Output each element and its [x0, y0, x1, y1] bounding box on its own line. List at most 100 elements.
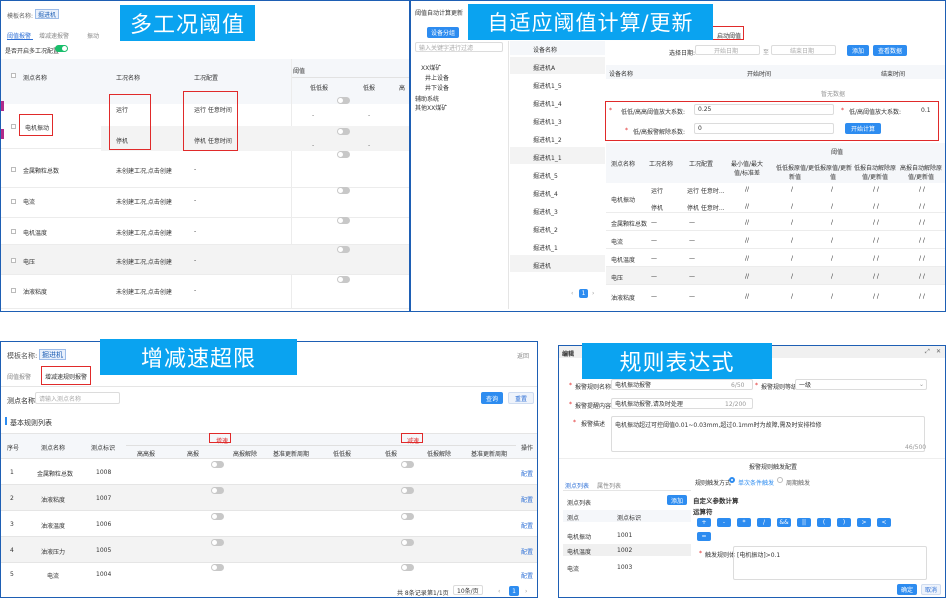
- list-tab-attrs[interactable]: 属性列表: [597, 481, 621, 490]
- threshold-toggle[interactable]: [337, 276, 350, 283]
- radio-single[interactable]: [729, 477, 735, 483]
- device-item[interactable]: 掘进机_5: [533, 171, 558, 180]
- start-date-input[interactable]: 开始日期: [695, 45, 760, 55]
- model-label: 模板名称:: [7, 13, 34, 20]
- highlight-up: [209, 433, 231, 443]
- reset-button[interactable]: 重置: [508, 392, 534, 404]
- cancel-button[interactable]: 取消: [921, 584, 941, 595]
- device-item[interactable]: 掘进机1_2: [533, 135, 562, 144]
- tab-speed[interactable]: 增减速报警: [39, 31, 69, 40]
- threshold-toggle[interactable]: [337, 246, 350, 253]
- col-end-time: 结束时间: [881, 71, 906, 78]
- op-divide[interactable]: /: [757, 518, 771, 527]
- up-toggle[interactable]: [211, 513, 224, 520]
- pager-current[interactable]: 1: [509, 586, 519, 596]
- down-toggle[interactable]: [401, 461, 414, 468]
- down-toggle[interactable]: [401, 564, 414, 571]
- op-rparen[interactable]: ): [837, 518, 851, 527]
- pager-next[interactable]: ›: [592, 290, 594, 297]
- row-checkbox[interactable]: [11, 167, 16, 172]
- query-button[interactable]: 查询: [481, 392, 503, 404]
- create-condition-link[interactable]: 未创建工况,点击创建: [116, 166, 172, 175]
- device-item[interactable]: 掘进机1_3: [533, 117, 562, 126]
- threshold-toggle[interactable]: [337, 97, 350, 104]
- op-lparen[interactable]: (: [817, 518, 831, 527]
- up-toggle[interactable]: [211, 539, 224, 546]
- create-condition-link[interactable]: 未创建工况,点击创建: [116, 287, 172, 296]
- threshold-toggle[interactable]: [337, 151, 350, 158]
- config-link[interactable]: 配置: [521, 571, 533, 580]
- op-eq[interactable]: =: [697, 532, 711, 541]
- list-item[interactable]: 电流: [567, 564, 579, 573]
- device-item[interactable]: 掘进机_2: [533, 225, 558, 234]
- level-select[interactable]: 一级: [795, 379, 927, 390]
- threshold-toggle[interactable]: [337, 128, 350, 135]
- tree-node[interactable]: 井下设备: [425, 83, 449, 92]
- op-multiply[interactable]: *: [737, 518, 751, 527]
- view-data-button[interactable]: 查看数据: [873, 45, 907, 56]
- device-item[interactable]: 掘进机1_5: [533, 81, 562, 90]
- row-checkbox[interactable]: [11, 229, 16, 234]
- op-plus[interactable]: +: [697, 518, 711, 527]
- tab-vibration[interactable]: 振动: [87, 31, 99, 40]
- col-point-name: 测点名称: [23, 75, 48, 82]
- confirm-button[interactable]: 确定: [897, 584, 917, 595]
- op-lt[interactable]: <: [877, 518, 891, 527]
- tree-node[interactable]: 辅助系统: [415, 94, 439, 103]
- up-toggle[interactable]: [211, 564, 224, 571]
- list-item[interactable]: 电机振动: [567, 532, 591, 541]
- tree-node[interactable]: XX煤矿: [421, 63, 441, 72]
- create-condition-link[interactable]: 未创建工况,点击创建: [116, 257, 172, 266]
- op-gt[interactable]: >: [857, 518, 871, 527]
- threshold-toggle[interactable]: [337, 217, 350, 224]
- device-item[interactable]: 掘进机: [533, 261, 551, 270]
- config-link[interactable]: 配置: [521, 521, 533, 530]
- row-checkbox[interactable]: [11, 288, 16, 293]
- tree-node[interactable]: 井上设备: [425, 73, 449, 82]
- row-checkbox[interactable]: [11, 258, 16, 263]
- down-toggle[interactable]: [401, 539, 414, 546]
- list-tab-points[interactable]: 测点列表: [565, 481, 589, 490]
- down-toggle[interactable]: [401, 513, 414, 520]
- op-minus[interactable]: -: [717, 518, 731, 527]
- device-item[interactable]: 掘进机_1: [533, 243, 558, 252]
- device-item[interactable]: 掘进机A: [533, 63, 555, 72]
- device-item[interactable]: 掘进机1_1: [533, 153, 562, 162]
- config-link[interactable]: 配置: [521, 547, 533, 556]
- device-item[interactable]: 掘进机_3: [533, 207, 558, 216]
- device-item[interactable]: 掘进机1_4: [533, 99, 562, 108]
- expand-icon[interactable]: ⤢: [925, 348, 930, 356]
- create-condition-link[interactable]: 未创建工况,点击创建: [116, 197, 172, 206]
- op-and[interactable]: &&: [777, 518, 791, 527]
- down-toggle[interactable]: [401, 487, 414, 494]
- tab-threshold[interactable]: 阈值报警: [7, 372, 31, 381]
- close-icon[interactable]: ✕: [936, 348, 941, 355]
- tree-node[interactable]: 其他XX煤矿: [415, 103, 447, 112]
- list-item[interactable]: 电机温度: [567, 547, 591, 556]
- point-search-input[interactable]: 请输入测点名称: [35, 392, 120, 404]
- select-all-checkbox[interactable]: [11, 73, 16, 78]
- up-toggle[interactable]: [211, 487, 224, 494]
- group-button[interactable]: 设备分组: [427, 27, 459, 38]
- multi-condition-toggle[interactable]: [55, 45, 68, 52]
- return-link[interactable]: 返回: [517, 351, 529, 360]
- page-size-select[interactable]: 10条/页: [453, 585, 483, 595]
- device-item[interactable]: 掘进机_4: [533, 189, 558, 198]
- add-button[interactable]: 添加: [847, 45, 869, 56]
- radio-period[interactable]: [777, 477, 783, 483]
- add-point-button[interactable]: 添加: [667, 495, 687, 505]
- config-link[interactable]: 配置: [521, 469, 533, 478]
- end-date-input[interactable]: 结束日期: [771, 45, 836, 55]
- threshold-toggle[interactable]: [337, 187, 350, 194]
- pager-next[interactable]: ›: [525, 588, 527, 595]
- pager-current[interactable]: 1: [579, 289, 588, 298]
- search-input[interactable]: 输入关键字进行过滤: [415, 42, 503, 52]
- up-toggle[interactable]: [211, 461, 224, 468]
- row-checkbox[interactable]: [11, 199, 16, 204]
- pager-prev[interactable]: ‹: [498, 588, 500, 595]
- row-checkbox[interactable]: [11, 124, 16, 129]
- config-link[interactable]: 配置: [521, 495, 533, 504]
- pager-prev[interactable]: ‹: [571, 290, 573, 297]
- op-or[interactable]: ||: [797, 518, 811, 527]
- create-condition-link[interactable]: 未创建工况,点击创建: [116, 228, 172, 237]
